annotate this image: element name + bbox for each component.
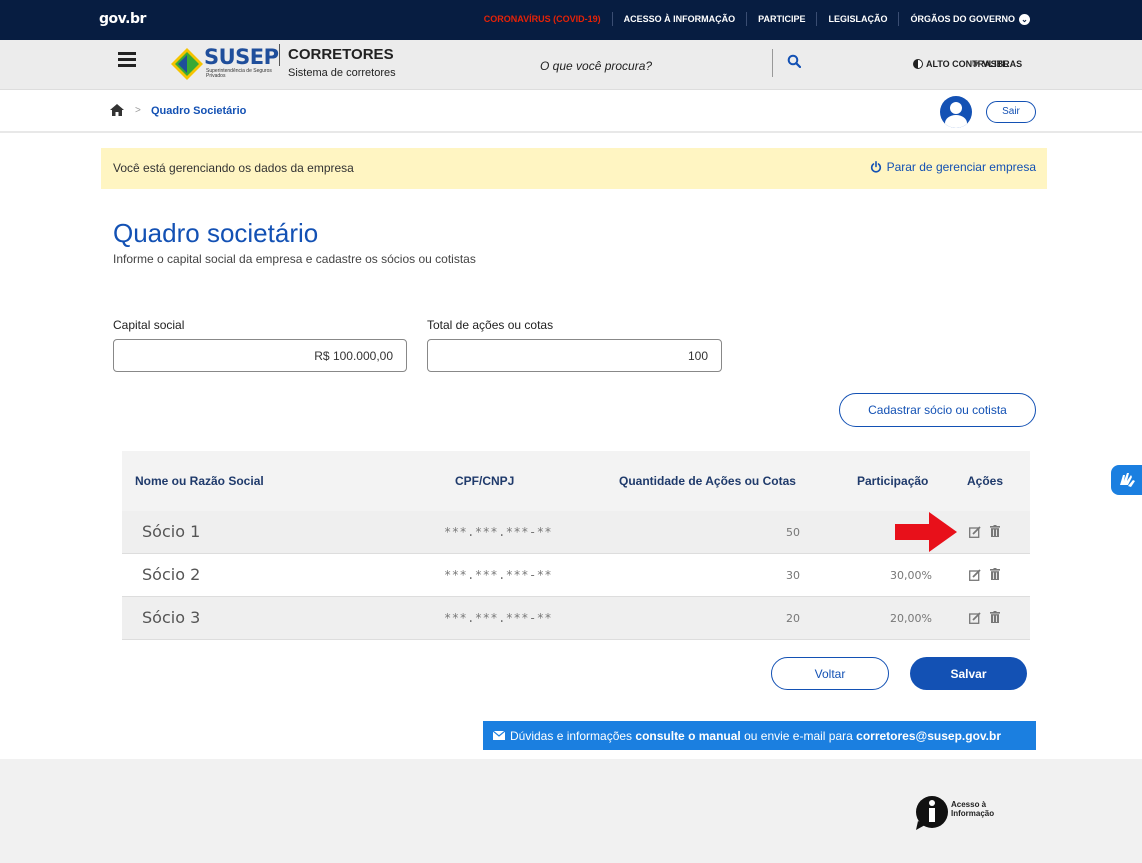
breadcrumb: > Quadro Societário Sair (0, 91, 1142, 133)
page-subtitle: Informe o capital social da empresa e ca… (113, 252, 476, 266)
total-shares-label: Total de ações ou cotas (427, 318, 554, 332)
edit-icon[interactable] (969, 612, 981, 624)
help-text-2: ou envie e-mail para (740, 728, 857, 743)
breadcrumb-current[interactable]: Quadro Societário (151, 105, 246, 117)
notice-text: Você está gerenciando os dados da empres… (113, 161, 354, 175)
partner-pct: 20,00% (890, 612, 932, 625)
manual-link[interactable]: consulte o manual (635, 729, 740, 743)
help-text-1: Dúvidas e informações (510, 728, 636, 743)
system-subtitle: Sistema de corretores (288, 67, 396, 79)
partner-name: Sócio 1 (142, 522, 201, 541)
gov-link-acesso[interactable]: ACESSO À INFORMAÇÃO (611, 12, 747, 26)
stop-managing-link[interactable]: Parar de gerenciar empresa (870, 160, 1036, 174)
susep-subtitle: Superintendência de Seguros Privados (206, 68, 272, 79)
vlibras-toggle[interactable]: ☞ VLIBRAS (972, 59, 1022, 70)
help-banner: Dúvidas e informações consulte o manual … (483, 721, 1036, 750)
table-header: Nome ou Razão Social CPF/CNPJ Quantidade… (122, 451, 1030, 511)
mail-icon (493, 731, 505, 740)
gov-link-covid[interactable]: CORONAVÍRUS (COVID-19) (473, 12, 612, 26)
access-info-label[interactable]: Acesso à Informação (951, 800, 1011, 818)
col-name: Nome ou Razão Social (135, 474, 264, 488)
partner-qty: 20 (786, 612, 800, 625)
save-button[interactable]: Salvar (910, 657, 1027, 690)
gov-link-legislacao[interactable]: LEGISLAÇÃO (816, 12, 898, 26)
trash-icon[interactable] (990, 568, 1000, 580)
partner-cpf: ***.***.***-** (444, 611, 553, 625)
search-divider (772, 49, 773, 77)
info-icon[interactable] (914, 795, 948, 831)
total-shares-input[interactable] (427, 339, 722, 372)
page-title: Quadro societário (113, 218, 319, 248)
logout-button[interactable]: Sair (986, 101, 1036, 123)
email-link[interactable]: corretores@susep.gov.br (856, 729, 1001, 743)
partner-cpf: ***.***.***-** (444, 525, 553, 539)
avatar[interactable] (940, 96, 972, 128)
capital-input[interactable] (113, 339, 407, 372)
partner-qty: 30 (786, 569, 800, 582)
trash-icon[interactable] (990, 525, 1000, 537)
trash-icon[interactable] (990, 611, 1000, 623)
col-pct: Participação (857, 474, 929, 488)
susep-wordmark: SUSEP (204, 45, 279, 69)
susep-logo[interactable]: SUSEP Superintendência de Seguros Privad… (170, 45, 280, 87)
home-icon[interactable] (110, 104, 124, 116)
gov-bar: gov.br CORONAVÍRUS (COVID-19) ACESSO À I… (0, 0, 1142, 40)
search-input[interactable]: O que você procura? (540, 59, 652, 73)
gov-link-participe[interactable]: PARTICIPE (746, 12, 816, 26)
col-actions: Ações (967, 474, 1004, 488)
header-divider (279, 44, 280, 66)
managing-company-notice: Você está gerenciando os dados da empres… (101, 148, 1047, 189)
chevron-down-icon: ⌄ (1019, 14, 1030, 25)
red-arrow-annotation (895, 512, 957, 552)
partner-qty: 50 (786, 526, 800, 539)
susep-diamond-icon (171, 48, 203, 80)
capital-label: Capital social (113, 318, 185, 332)
menu-icon[interactable] (118, 52, 136, 68)
gov-links: CORONAVÍRUS (COVID-19) ACESSO À INFORMAÇ… (473, 12, 1041, 26)
hand-icon: ☞ (972, 59, 981, 69)
back-button[interactable]: Voltar (771, 657, 889, 690)
edit-icon[interactable] (969, 569, 981, 581)
vlibras-label: VLIBRAS (982, 59, 1023, 69)
edit-icon[interactable] (969, 526, 981, 538)
col-cpf: CPF/CNPJ (455, 474, 515, 488)
stop-managing-label: Parar de gerenciar empresa (886, 160, 1036, 174)
gov-link-orgaos-label: ÓRGÃOS DO GOVERNO (910, 14, 1015, 24)
add-partner-button[interactable]: Cadastrar sócio ou cotista (839, 393, 1036, 427)
vlibras-float-button[interactable] (1111, 465, 1142, 495)
table-row: Sócio 1 ***.***.***-** 50 (122, 511, 1030, 554)
system-title: CORRETORES (288, 46, 394, 63)
search-icon[interactable] (787, 54, 801, 68)
site-header: SUSEP Superintendência de Seguros Privad… (0, 40, 1142, 90)
breadcrumb-separator: > (135, 105, 141, 116)
gov-br-logo[interactable]: gov.br (99, 11, 146, 27)
contrast-icon (913, 59, 923, 69)
partners-table: Nome ou Razão Social CPF/CNPJ Quantidade… (122, 451, 1030, 640)
table-row: Sócio 3 ***.***.***-** 20 20,00% (122, 597, 1030, 640)
partner-cpf: ***.***.***-** (444, 568, 553, 582)
partner-pct: 30,00% (890, 569, 932, 582)
gov-link-orgaos[interactable]: ÓRGÃOS DO GOVERNO ⌄ (898, 12, 1041, 26)
partner-name: Sócio 2 (142, 565, 201, 584)
partner-name: Sócio 3 (142, 608, 201, 627)
col-qty: Quantidade de Ações ou Cotas (619, 474, 796, 488)
hands-icon (1120, 473, 1135, 487)
table-row: Sócio 2 ***.***.***-** 30 30,00% (122, 554, 1030, 597)
power-icon (870, 161, 881, 173)
